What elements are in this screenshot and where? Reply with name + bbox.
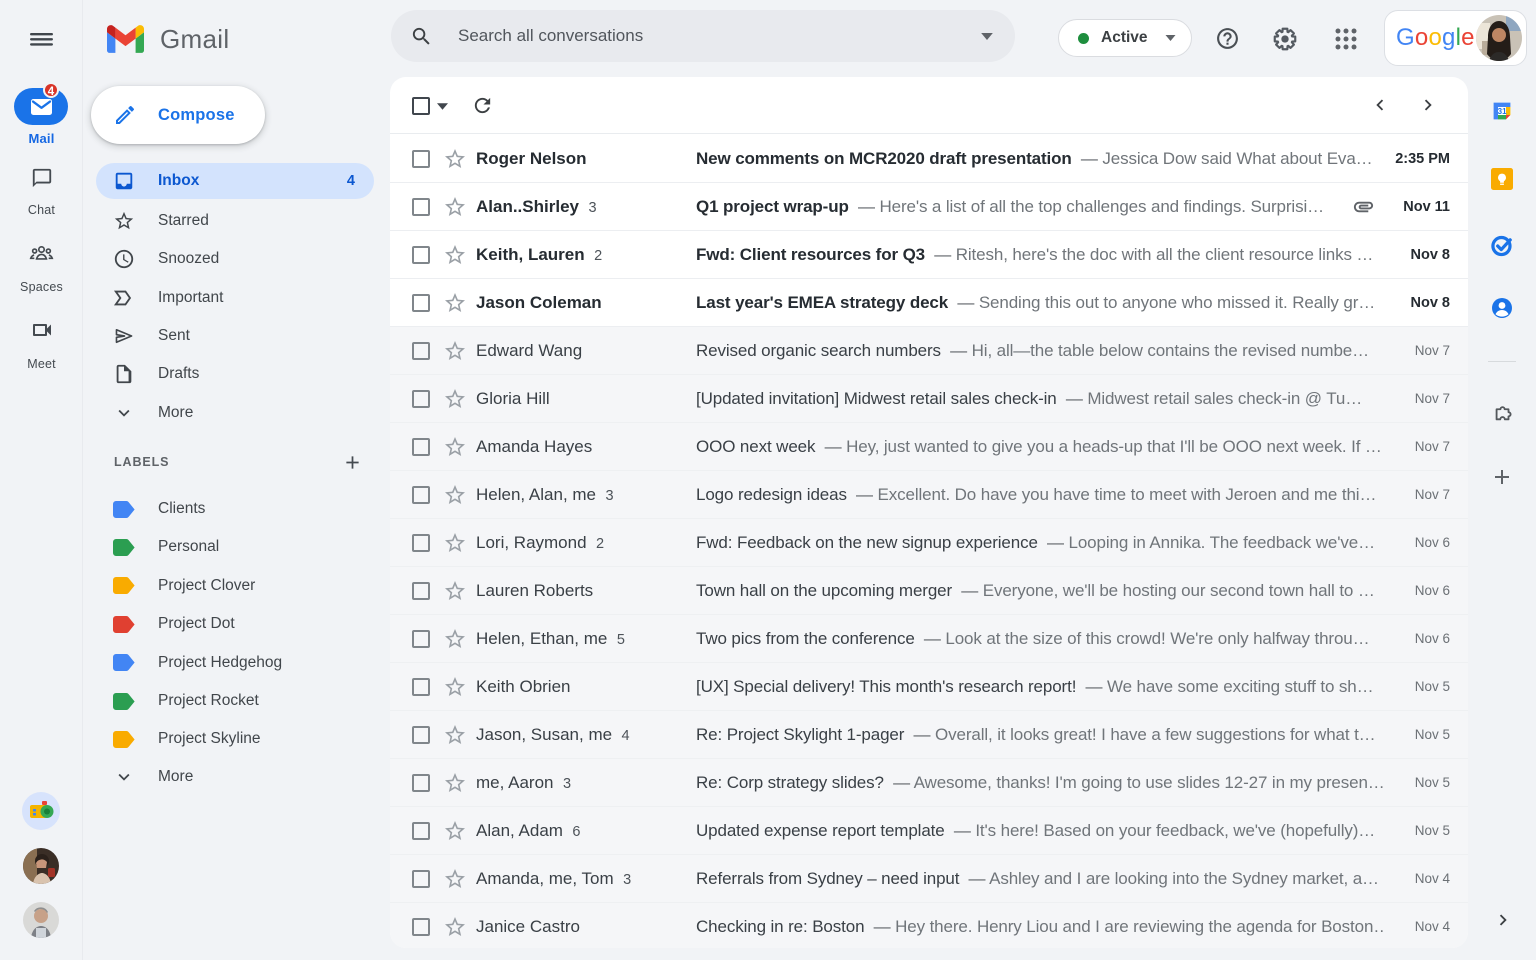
svg-text:31: 31 xyxy=(1498,107,1507,116)
